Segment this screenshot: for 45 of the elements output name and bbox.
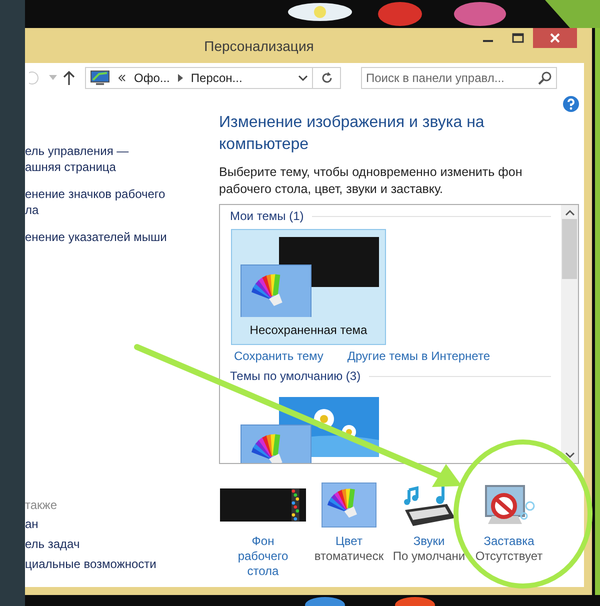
refresh-button[interactable] [313, 67, 341, 89]
scrollbar-thumb[interactable] [562, 219, 577, 279]
up-arrow-icon[interactable] [63, 71, 75, 85]
sidebar-link[interactable]: енение значков рабочего ла [25, 186, 218, 218]
maximize-icon [512, 33, 524, 43]
page-description: Выберите тему, чтобы одновременно изменить фон рабочего стола, цвет, звуки и заставку. [219, 164, 524, 198]
theme-link[interactable]: Сохранить тему [234, 349, 324, 363]
group-header: Темы по умолчанию (3) [230, 369, 361, 383]
search-icon [538, 71, 552, 85]
see-also-link[interactable]: ель задач [25, 537, 218, 551]
theme-tile[interactable]: Несохраненная тема [231, 229, 386, 345]
control-panel-icon [90, 70, 110, 86]
breadcrumb-arrow-icon [178, 74, 183, 82]
close-button[interactable] [533, 28, 577, 48]
minimize-icon [483, 40, 493, 42]
sidebar-link[interactable]: енение указателей мыши [25, 229, 218, 245]
scroll-up-icon[interactable] [564, 209, 574, 217]
setting-link[interactable]: Цвет [336, 534, 362, 549]
setting-value: втоматическ [314, 549, 384, 564]
breadcrumb-chevrons-icon [118, 74, 126, 82]
see-also-heading: также [25, 498, 58, 512]
close-icon [550, 33, 560, 43]
setting-link[interactable]: Звуки [413, 534, 445, 549]
sidebar-link[interactable]: ель управления — ашняя страница [25, 143, 218, 175]
theme-link[interactable]: Другие темы в Интернете [347, 349, 490, 363]
see-also-link[interactable]: ан [25, 517, 218, 531]
help-icon[interactable] [563, 96, 579, 112]
address-bar[interactable]: Офо... Персон... [85, 67, 313, 89]
see-also-link[interactable]: циальные возможности [25, 557, 218, 571]
breadcrumb-item[interactable]: Офо... [134, 71, 170, 85]
setting-link[interactable]: Фон рабочего стола [238, 534, 288, 579]
setting-value: Отсутствует [475, 549, 543, 564]
theme-name: Несохраненная тема [250, 323, 368, 337]
scrollbar[interactable] [561, 205, 578, 463]
window-title: Персонализация [203, 38, 315, 54]
setting-value: По умолчани [392, 549, 466, 564]
refresh-icon [320, 72, 332, 84]
scroll-down-icon[interactable] [564, 451, 574, 459]
color-fan-icon [321, 482, 377, 528]
dropdown-caret-icon[interactable] [298, 74, 308, 82]
page-heading: Изменение изображения и звука на компьютере [219, 113, 486, 155]
group-header: Мои темы (1) [230, 209, 304, 223]
search-field[interactable]: Поиск в панели управл... [361, 67, 557, 89]
setting-link[interactable]: Заставка [484, 534, 534, 549]
breadcrumb-item[interactable]: Персон... [190, 71, 242, 85]
